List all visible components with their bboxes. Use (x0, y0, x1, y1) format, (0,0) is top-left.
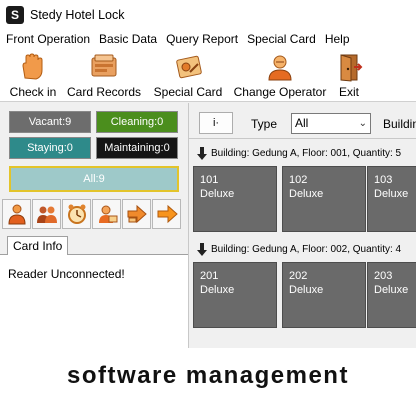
menu-query-report[interactable]: Query Report (163, 32, 241, 46)
room-type: Deluxe (200, 188, 235, 200)
type-select[interactable]: All ⌄ (291, 113, 371, 134)
change-operator-button[interactable]: Change Operator (233, 48, 327, 102)
room-type: Deluxe (374, 284, 409, 296)
room-number: 202 (289, 270, 308, 282)
room-card[interactable]: 202 Deluxe (282, 262, 366, 328)
room-number: 203 (374, 270, 393, 282)
special-card-label: Special Card (153, 85, 223, 99)
app-logo-icon: S (6, 6, 24, 24)
menu-help[interactable]: Help (322, 32, 353, 46)
floor-header-text: Building: Gedung A, Floor: 001, Quantity… (211, 147, 402, 159)
floor-header[interactable]: Building: Gedung A, Floor: 001, Quantity… (189, 143, 416, 163)
status-maintaining-button[interactable]: Maintaining:0 (96, 137, 178, 159)
checkin-button[interactable]: Check in (8, 48, 58, 102)
room-type: Deluxe (289, 188, 324, 200)
room-panel: i· Type All ⌄ Buildin Building: Gedung A… (188, 103, 416, 348)
special-card-button[interactable]: Special Card (152, 48, 224, 102)
floor-header[interactable]: Building: Gedung A, Floor: 002, Quantity… (189, 239, 416, 259)
room-number: 102 (289, 174, 308, 186)
change-operator-label: Change Operator (233, 85, 327, 99)
menu-special-card[interactable]: Special Card (244, 32, 319, 46)
window-title: Stedy Hotel Lock (30, 8, 125, 22)
room-type: Deluxe (374, 188, 409, 200)
exit-label: Exit (338, 85, 359, 99)
card-records-button[interactable]: Card Records (66, 48, 142, 102)
tab-card-info[interactable]: Card Info (7, 236, 69, 256)
operator-icon (265, 51, 295, 83)
room-type: Deluxe (200, 284, 235, 296)
person-icon[interactable] (2, 199, 31, 229)
clock-icon[interactable] (62, 199, 91, 229)
room-card[interactable]: 201 Deluxe (193, 262, 277, 328)
forward-arrow-icon[interactable] (122, 199, 151, 229)
floor-header-text: Building: Gedung A, Floor: 002, Quantity… (211, 243, 402, 255)
room-number: 201 (200, 270, 219, 282)
exit-door-icon (334, 51, 364, 83)
title-bar: S Stedy Hotel Lock (0, 0, 416, 30)
hand-icon (18, 51, 48, 83)
status-vacant-button[interactable]: Vacant:9 (9, 111, 91, 133)
status-staying-button[interactable]: Staying:0 (9, 137, 91, 159)
quick-icon-row (2, 199, 186, 229)
room-card[interactable]: 102 Deluxe (282, 166, 366, 232)
room-card[interactable]: 101 Deluxe (193, 166, 277, 232)
app-window: S Stedy Hotel Lock Front Operation Basic… (0, 0, 416, 348)
status-all-button[interactable]: All:9 (9, 166, 179, 192)
reader-status: Reader Unconnected! (8, 267, 125, 281)
info-button[interactable]: i· (199, 112, 233, 134)
room-number: 103 (374, 174, 393, 186)
filter-bar: i· Type All ⌄ Buildin (189, 103, 416, 139)
arrow-right-icon[interactable] (152, 199, 181, 229)
room-card[interactable]: 203 Deluxe (367, 262, 416, 328)
menu-basic-data[interactable]: Basic Data (96, 32, 160, 46)
group-icon[interactable] (32, 199, 61, 229)
type-select-value: All (295, 116, 309, 130)
tab-bar: Card Info (0, 233, 188, 256)
menu-front-operation[interactable]: Front Operation (3, 32, 93, 46)
caption-text: software management (67, 362, 349, 389)
left-panel: Vacant:9 Cleaning:0 Staying:0 Maintainin… (0, 103, 188, 348)
card-person-icon[interactable] (92, 199, 121, 229)
room-type: Deluxe (289, 284, 324, 296)
special-card-icon (173, 51, 203, 83)
room-number: 101 (200, 174, 219, 186)
card-records-icon (89, 51, 119, 83)
chevron-down-icon: ⌄ (358, 118, 367, 129)
card-records-label: Card Records (66, 85, 142, 99)
toolbar: Check in Card Records Special Card Chang… (0, 48, 416, 102)
room-card[interactable]: 103 Deluxe (367, 166, 416, 232)
status-cleaning-button[interactable]: Cleaning:0 (96, 111, 178, 133)
arrow-down-icon (195, 242, 209, 256)
checkin-label: Check in (9, 85, 57, 99)
arrow-down-icon (195, 146, 209, 160)
building-label: Buildin (383, 117, 416, 131)
exit-button[interactable]: Exit (334, 48, 364, 102)
type-label: Type (251, 117, 278, 131)
menu-bar: Front Operation Basic Data Query Report … (0, 30, 416, 48)
card-info-panel: Reader Unconnected! (0, 255, 188, 348)
